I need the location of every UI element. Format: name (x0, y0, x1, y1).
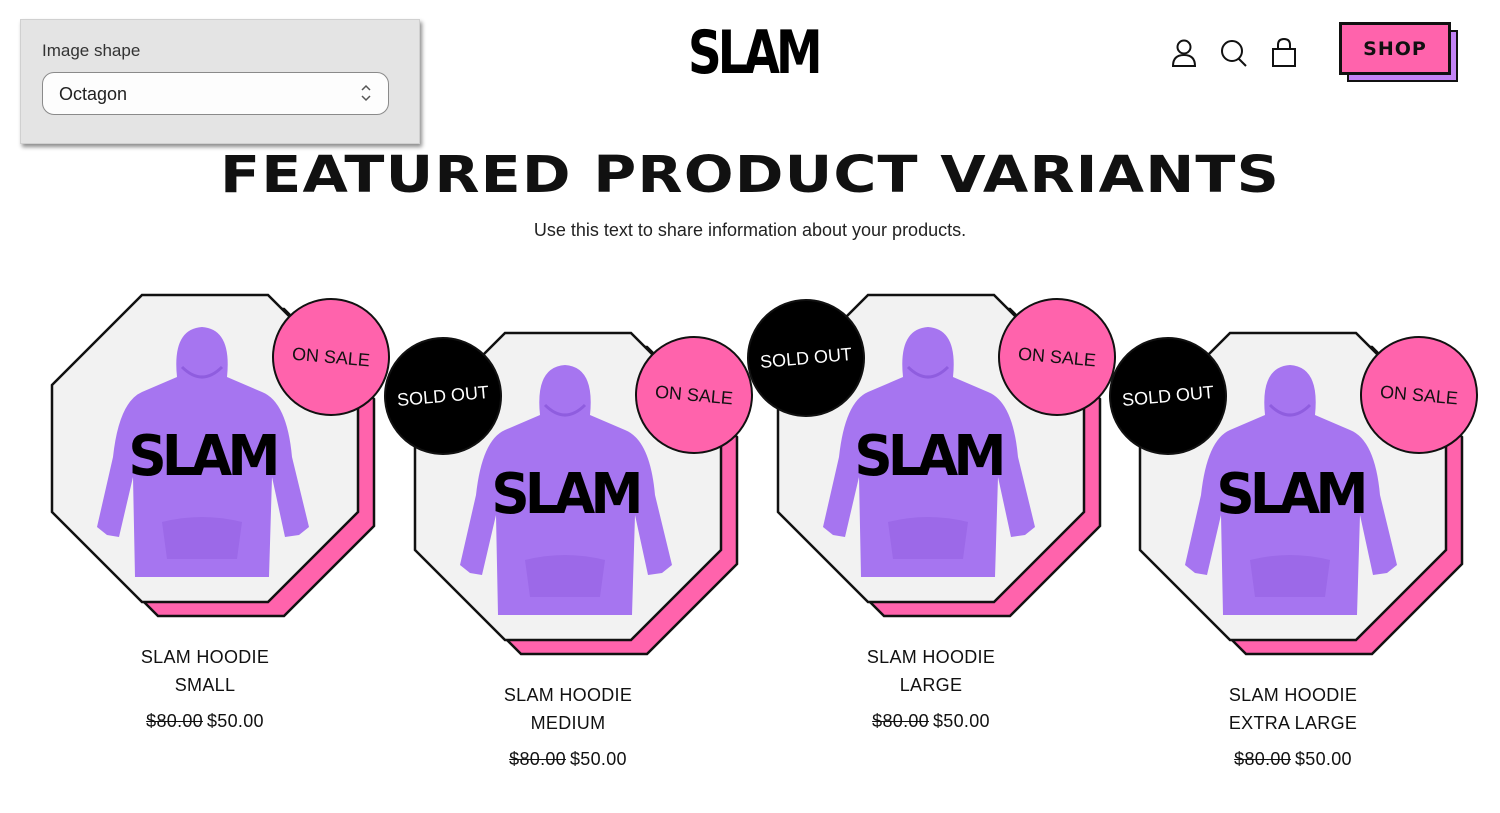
sale-price: $50.00 (570, 749, 627, 769)
cart-icon[interactable] (1270, 38, 1298, 68)
product-variant: SMALL (174, 675, 236, 695)
sale-price: $50.00 (933, 711, 990, 731)
header-icons (1170, 38, 1298, 68)
search-icon[interactable] (1220, 38, 1248, 68)
section-subtitle: Use this text to share information about… (533, 220, 967, 240)
product-info: SLAM HOODIE MEDIUM $80.00 $50.00 (415, 681, 721, 773)
compare-at-price: $80.00 (146, 711, 203, 731)
product-variant: LARGE (899, 675, 963, 695)
product-card[interactable]: SLAM SOLD OUT ON SALE SLAM HOODIE MEDIUM … (379, 331, 758, 813)
product-variant: EXTRA LARGE (1228, 713, 1358, 733)
product-price: $80.00 $50.00 (52, 707, 358, 735)
chevron-up-down-icon (361, 84, 371, 102)
section-title: FEATURED PRODUCT VARIANTS (220, 146, 1280, 205)
image-shape-select[interactable]: Octagon (42, 72, 389, 115)
sale-price: $50.00 (207, 711, 264, 731)
settings-panel: Image shape Octagon (20, 19, 420, 144)
product-title[interactable]: SLAM HOODIE (1140, 681, 1446, 709)
product-title[interactable]: SLAM HOODIE (52, 643, 358, 671)
image-shape-label: Image shape (42, 41, 141, 60)
hoodie-print: SLAM (128, 423, 276, 489)
sale-price: $50.00 (1295, 749, 1352, 769)
hoodie-print: SLAM (491, 461, 639, 527)
product-price: $80.00 $50.00 (778, 707, 1084, 735)
product-variant: MEDIUM (530, 713, 606, 733)
product-price: $80.00 $50.00 (415, 745, 721, 773)
shop-button-label: SHOP (1339, 22, 1451, 75)
account-icon[interactable] (1170, 38, 1198, 68)
product-info: SLAM HOODIE SMALL $80.00 $50.00 (52, 643, 358, 735)
hoodie-print: SLAM (854, 423, 1002, 489)
product-info: SLAM HOODIE EXTRA LARGE $80.00 $50.00 (1140, 681, 1446, 773)
compare-at-price: $80.00 (872, 711, 929, 731)
compare-at-price: $80.00 (509, 749, 566, 769)
image-shape-value: Octagon (59, 84, 128, 104)
hoodie-print: SLAM (1216, 461, 1364, 527)
product-price: $80.00 $50.00 (1140, 745, 1446, 773)
product-info: SLAM HOODIE LARGE $80.00 $50.00 (778, 643, 1084, 735)
product-card[interactable]: SLAM SOLD OUT ON SALE SLAM HOODIE LARGE $… (742, 293, 1121, 775)
compare-at-price: $80.00 (1234, 749, 1291, 769)
product-title[interactable]: SLAM HOODIE (415, 681, 721, 709)
product-card[interactable]: SLAM ON SALE SLAM HOODIE SMALL $80.00 $50… (50, 293, 395, 775)
product-title[interactable]: SLAM HOODIE (778, 643, 1084, 671)
store-logo[interactable]: SLAM (688, 22, 823, 84)
product-card[interactable]: SLAM SOLD OUT ON SALE SLAM HOODIE EXTRA L… (1104, 331, 1483, 813)
shop-button[interactable]: SHOP (1339, 22, 1458, 82)
